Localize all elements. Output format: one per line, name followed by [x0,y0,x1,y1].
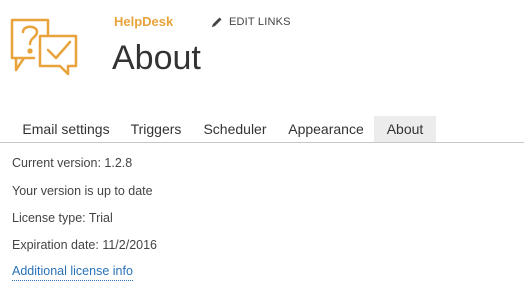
expiration-date-text: Expiration date: 11/2/2016 [12,238,158,252]
tab-scheduler[interactable]: Scheduler [196,116,274,142]
update-status-text: Your version is up to date [12,184,153,198]
license-type-text: License type: Trial [12,211,113,225]
tab-email-settings[interactable]: Email settings [12,116,120,142]
settings-tab-bar: Email settings Triggers Scheduler Appear… [0,116,524,143]
page-title: About [112,39,201,77]
helpdesk-logo-icon [10,18,80,76]
site-name-link[interactable]: HelpDesk [114,14,173,29]
tab-appearance[interactable]: Appearance [282,116,370,142]
about-page: HelpDesk EDIT LINKS About Email settings… [0,0,524,308]
edit-links-label: EDIT LINKS [229,16,291,28]
tab-triggers[interactable]: Triggers [124,116,188,142]
additional-license-info-link[interactable]: Additional license info [12,264,133,281]
current-version-text: Current version: 1.2.8 [12,156,133,170]
edit-links-button[interactable]: EDIT LINKS [211,16,291,28]
tab-about[interactable]: About [374,116,436,142]
pencil-icon [211,16,223,28]
